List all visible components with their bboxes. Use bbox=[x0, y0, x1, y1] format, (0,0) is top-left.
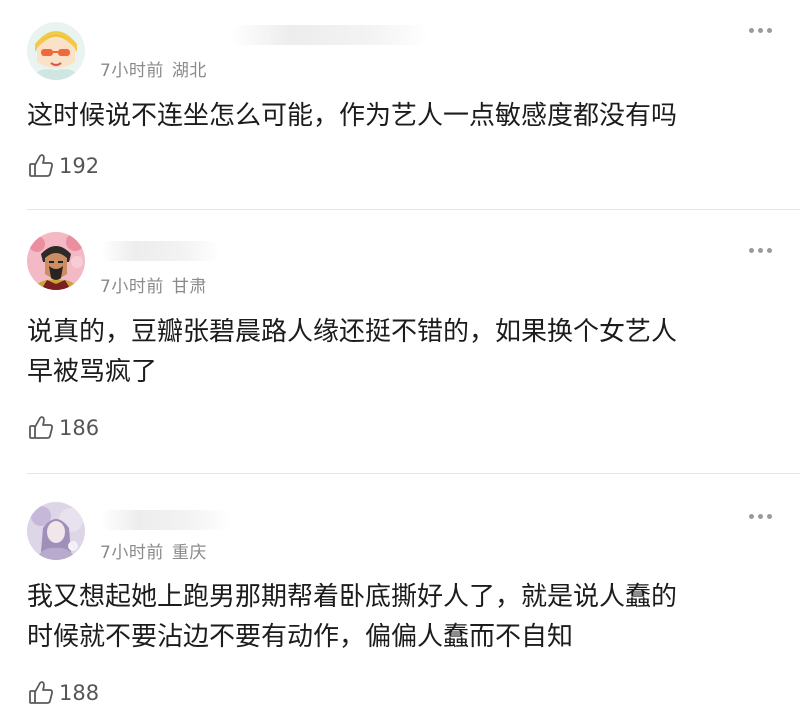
comment-location: 湖北 bbox=[171, 61, 207, 81]
comment-meta: 7小时前 重庆 bbox=[100, 538, 207, 563]
comment-text-line: 我又想起她上跑男那期帮着卧底撕好人了，就是说人蠢的 bbox=[27, 582, 678, 612]
like-count: 188 bbox=[59, 681, 100, 705]
thumbs-up-icon bbox=[27, 152, 55, 180]
comment-text-line: 说真的，豆瓣张碧晨路人缘还挺不错的，如果换个女艺人 bbox=[27, 317, 678, 347]
more-dots-icon[interactable] bbox=[749, 248, 772, 253]
comment-time: 7小时前 bbox=[100, 543, 164, 563]
avatar[interactable] bbox=[27, 502, 85, 560]
like-count: 186 bbox=[59, 416, 100, 440]
avatar[interactable] bbox=[27, 22, 85, 80]
thumbs-up-icon bbox=[27, 414, 55, 442]
comment-location: 重庆 bbox=[171, 543, 207, 563]
comment-feed: 7小时前 湖北 这时候说不连坐怎么可能，作为艺人一点敏感度都没有吗 192 7小… bbox=[0, 0, 800, 719]
comment-time: 7小时前 bbox=[100, 277, 164, 297]
comment-text: 我又想起她上跑男那期帮着卧底撕好人了，就是说人蠢的 时候就不要沾边不要有动作，偏… bbox=[27, 577, 770, 657]
thumbs-up-icon bbox=[27, 679, 55, 707]
username[interactable] bbox=[230, 25, 430, 45]
comment-item: 7小时前 重庆 我又想起她上跑男那期帮着卧底撕好人了，就是说人蠢的 时候就不要沾边… bbox=[0, 474, 800, 719]
comment-time: 7小时前 bbox=[100, 61, 164, 81]
like-button[interactable]: 188 bbox=[27, 679, 99, 707]
comment-meta: 7小时前 甘肃 bbox=[100, 272, 207, 297]
more-dots-icon[interactable] bbox=[749, 514, 772, 519]
username[interactable] bbox=[100, 241, 220, 261]
comment-text: 这时候说不连坐怎么可能，作为艺人一点敏感度都没有吗 bbox=[27, 96, 770, 136]
more-dots-icon[interactable] bbox=[749, 28, 772, 33]
like-button[interactable]: 186 bbox=[27, 414, 99, 442]
comment-text-line: 这时候说不连坐怎么可能，作为艺人一点敏感度都没有吗 bbox=[27, 101, 678, 131]
username[interactable] bbox=[100, 510, 230, 530]
comment-item: 7小时前 甘肃 说真的，豆瓣张碧晨路人缘还挺不错的，如果换个女艺人 早被骂疯了 1… bbox=[0, 210, 800, 473]
comment-location: 甘肃 bbox=[171, 277, 207, 297]
avatar[interactable] bbox=[27, 232, 85, 290]
like-count: 192 bbox=[59, 154, 100, 178]
comment-item: 7小时前 湖北 这时候说不连坐怎么可能，作为艺人一点敏感度都没有吗 192 bbox=[0, 0, 800, 209]
comment-text-line: 早被骂疯了 bbox=[27, 357, 158, 387]
like-button[interactable]: 192 bbox=[27, 152, 99, 180]
comment-text-line: 时候就不要沾边不要有动作，偏偏人蠢而不自知 bbox=[27, 622, 574, 652]
comment-text: 说真的，豆瓣张碧晨路人缘还挺不错的，如果换个女艺人 早被骂疯了 bbox=[27, 312, 770, 392]
comment-meta: 7小时前 湖北 bbox=[100, 56, 207, 81]
